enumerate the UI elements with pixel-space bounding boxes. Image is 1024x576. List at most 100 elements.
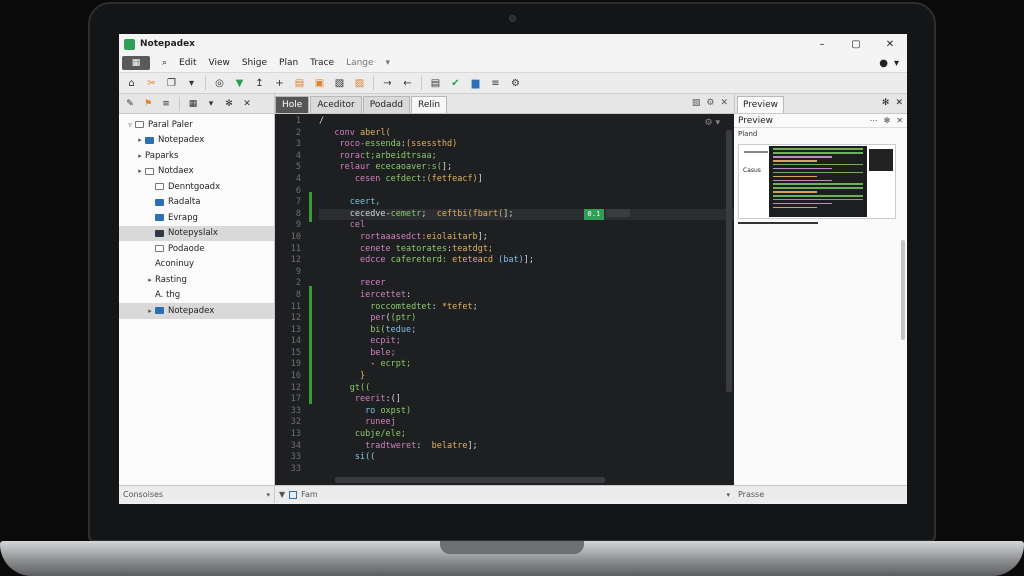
gear-icon[interactable]: ⚙ [706, 98, 714, 108]
tree-item[interactable]: ▿ Paral Paler [119, 117, 274, 133]
open-folder-icon[interactable]: ▣ [311, 75, 328, 91]
chevron-icon[interactable]: ▸ [135, 136, 145, 144]
code-line[interactable]: ecpit; [319, 336, 734, 348]
menu-view[interactable]: View [202, 58, 235, 68]
chevron-down-icon[interactable]: ▾ [380, 58, 397, 68]
chart-icon[interactable]: ▆ [467, 75, 484, 91]
indent-icon[interactable]: → [379, 75, 396, 91]
chevron-icon[interactable]: ▿ [125, 121, 135, 129]
filter-icon[interactable]: ▼ [231, 75, 248, 91]
tree-item[interactable]: Podaode [119, 241, 274, 257]
menu-edit[interactable]: Edit [173, 58, 202, 68]
photo-icon[interactable]: ▨ [351, 75, 368, 91]
close-icon[interactable]: ✕ [895, 98, 903, 108]
code-line[interactable]: tradtweret: belatre]; [319, 441, 734, 453]
code-line[interactable]: gt(( [319, 383, 734, 395]
tree-item[interactable]: ▸ Paparks [119, 148, 274, 164]
close-icon[interactable]: ✕ [240, 96, 254, 112]
paste-icon[interactable]: ▾ [183, 75, 200, 91]
edit-icon[interactable]: ✎ [123, 96, 137, 112]
code-line[interactable]: cel [319, 220, 734, 232]
tree-item[interactable]: ▸ Notepadex [119, 133, 274, 149]
vertical-scrollbar[interactable] [726, 130, 732, 392]
code-line[interactable]: recer [319, 278, 734, 290]
account-icon[interactable]: ● [879, 58, 888, 69]
maximize-button[interactable]: ▢ [839, 39, 873, 50]
preview-scrollbar[interactable] [901, 240, 905, 340]
code-line[interactable]: ceert, [319, 197, 734, 209]
code-line[interactable]: rortaaasedct:eiolaitarb]; [319, 232, 734, 244]
code-line[interactable] [319, 267, 734, 279]
code-line[interactable]: cecedve-cemetr; ceftbi(fbart(]; 0.1 [319, 208, 734, 221]
cut-icon[interactable]: ✂ [143, 75, 160, 91]
tree-item[interactable]: Radalta [119, 195, 274, 211]
target-icon[interactable]: ◎ [211, 75, 228, 91]
tree-item[interactable]: ▸ Notepadex [119, 303, 274, 319]
tree-item[interactable]: Denntgoadx [119, 179, 274, 195]
search-icon[interactable]: ⌕ [156, 58, 173, 68]
checkbox-icon[interactable] [289, 490, 298, 499]
tree-item[interactable]: A. thg [119, 288, 274, 304]
chevron-down-icon[interactable]: ▾ [266, 491, 270, 499]
outdent-icon[interactable]: ← [399, 75, 416, 91]
asterisk-icon[interactable]: ✻ [884, 116, 891, 125]
code-line[interactable]: / [319, 116, 734, 128]
close-icon[interactable]: ✕ [720, 98, 728, 108]
code-line[interactable]: iercettet: [319, 290, 734, 302]
chevron-down-icon[interactable]: ▾ [726, 491, 730, 499]
tab-preview[interactable]: Preview [737, 96, 785, 113]
tab-relin[interactable]: Relin [411, 96, 448, 113]
settings-icon[interactable]: ⚙ [507, 75, 524, 91]
ellipsis-icon[interactable]: ⋯ [870, 116, 878, 125]
tree-item[interactable]: Evrapg [119, 210, 274, 226]
plus-icon[interactable]: + [271, 75, 288, 91]
chevron-down-icon[interactable]: ▾ [204, 96, 218, 112]
code-line[interactable]: bele; [319, 348, 734, 360]
code-editor[interactable]: 1 2 3 4 5 4 6 7 8 9 10 11 12 9 2 8 11 12 13 14 15 19 16 12 17 33 3… [275, 114, 734, 485]
code-line[interactable]: ro oxpst) [319, 406, 734, 418]
code-line[interactable]: bi(tedue; [319, 325, 734, 337]
code-line[interactable]: edcce cafereterd: eteteacd (bat)]; [319, 255, 734, 267]
asterisk-icon[interactable]: ✻ [882, 98, 890, 108]
code-line[interactable]: cesen cefdect:(fetfeacf)] [319, 174, 734, 186]
tab-hole[interactable]: Hole [275, 96, 310, 113]
menu-shige[interactable]: Shige [236, 58, 273, 68]
chevron-down-icon[interactable]: ▾ [894, 58, 899, 69]
list-icon[interactable]: ≡ [159, 96, 173, 112]
code-line[interactable]: - ecrpt; [319, 359, 734, 371]
tree-item[interactable]: ▸ Notdaex [119, 164, 274, 180]
split-icon[interactable]: ▧ [692, 98, 701, 108]
image-icon[interactable]: ▧ [331, 75, 348, 91]
code-line[interactable]: } [319, 371, 734, 383]
code-line[interactable]: cenete teatorates:teatdgt; [319, 244, 734, 256]
code-line[interactable]: roract;arbeidtrsaa; [319, 151, 734, 163]
code-line[interactable]: relaur ececaoaver:s(]; [319, 162, 734, 174]
save-icon[interactable]: ▤ [427, 75, 444, 91]
chevron-icon[interactable]: ▸ [145, 276, 155, 284]
tree-item[interactable]: Notepyslalx [119, 225, 274, 241]
code-line[interactable]: roco-essenda:(ssessthd) [319, 139, 734, 151]
home-icon[interactable]: ⌂ [123, 75, 140, 91]
menu-trace[interactable]: Trace [304, 58, 340, 68]
code-line[interactable]: roccomtedtet: *tefet; [319, 302, 734, 314]
code-line[interactable]: runeej [319, 417, 734, 429]
chevron-icon[interactable]: ▸ [135, 152, 145, 160]
menu-plan[interactable]: Plan [273, 58, 304, 68]
close-icon[interactable]: ✕ [896, 116, 903, 125]
folder-icon[interactable]: ▤ [291, 75, 308, 91]
chevron-icon[interactable]: ▸ [145, 307, 155, 315]
code-line[interactable]: reerit:(] [319, 394, 734, 406]
code-line[interactable]: per((ptr) [319, 313, 734, 325]
code-line[interactable]: cubje/ele; [319, 429, 734, 441]
grid-icon[interactable]: ▦ [186, 96, 200, 112]
sliders-icon[interactable]: ≡ [487, 75, 504, 91]
tab-aceditor[interactable]: Aceditor [310, 96, 362, 113]
check-icon[interactable]: ✔ [447, 75, 464, 91]
menu-lange[interactable]: Lange [340, 58, 379, 68]
up-arrow-icon[interactable]: ↥ [251, 75, 268, 91]
minimize-button[interactable]: – [805, 39, 839, 50]
copy-icon[interactable]: ❐ [163, 75, 180, 91]
preview-thumbnail[interactable]: Casus [738, 144, 896, 219]
horizontal-scrollbar[interactable] [335, 477, 605, 483]
code-line[interactable] [319, 464, 734, 476]
